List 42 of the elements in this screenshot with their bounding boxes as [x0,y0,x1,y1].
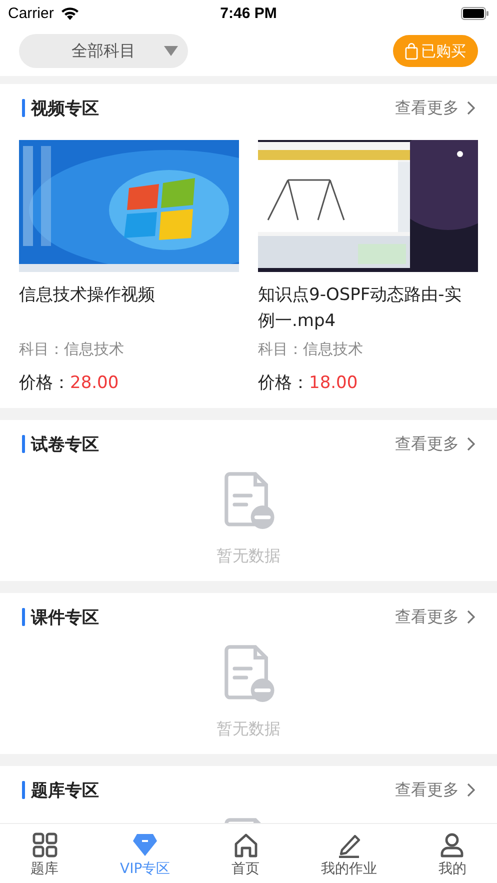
more-link[interactable]: 查看更多 [395,434,475,454]
price-label: 价格： [258,373,309,393]
accent-bar [22,435,25,453]
price-value: 28.00 [70,373,119,393]
carrier-label: Carrier [8,4,54,22]
person-icon [439,832,466,858]
chevron-right-icon [467,101,475,115]
accent-bar [22,608,25,626]
subject-label: 科目：信息技术 [19,340,125,359]
price-value: 18.00 [309,373,358,393]
section-title: 视频专区 [31,98,99,120]
accent-bar [22,99,25,117]
battery-icon [460,6,489,20]
diamond-icon [132,832,158,858]
tab-item[interactable]: VIP专区 [120,832,170,878]
section-title: 试卷专区 [31,434,99,456]
tab-item[interactable]: 我的 [438,832,466,878]
grid-icon [32,832,58,858]
section-title: 题库专区 [31,780,99,802]
tab-item[interactable]: 首页 [232,832,260,878]
empty-state-text: 暂无数据 [216,719,280,740]
wifi-icon [60,6,80,20]
caret-icon [164,46,178,56]
more-link[interactable]: 查看更多 [395,606,475,628]
chevron-right-icon [467,610,475,624]
tab-item[interactable]: 我的作业 [320,832,377,878]
home-icon [232,832,259,858]
more-link[interactable]: 查看更多 [395,98,475,118]
more-link[interactable]: 查看更多 [395,780,475,800]
video-title[interactable]: 信息技术操作视频 [19,282,239,334]
chevron-right-icon [467,783,475,797]
subject-dropdown[interactable]: 全部科目 [19,34,188,68]
tab-item[interactable]: 题库 [30,832,59,878]
empty-state-text: 暂无数据 [216,546,280,567]
accent-bar [22,781,25,799]
subject-label: 科目：信息技术 [258,340,364,359]
status-time: 7:46 PM [220,4,277,22]
chevron-right-icon [467,437,475,451]
price-label: 价格： [19,373,70,393]
shopping-bag-icon [405,42,418,60]
video-title[interactable]: 知识点9-OSPF动态路由-实例一.mp4 [258,282,478,334]
section-title: 课件专区 [31,606,99,628]
